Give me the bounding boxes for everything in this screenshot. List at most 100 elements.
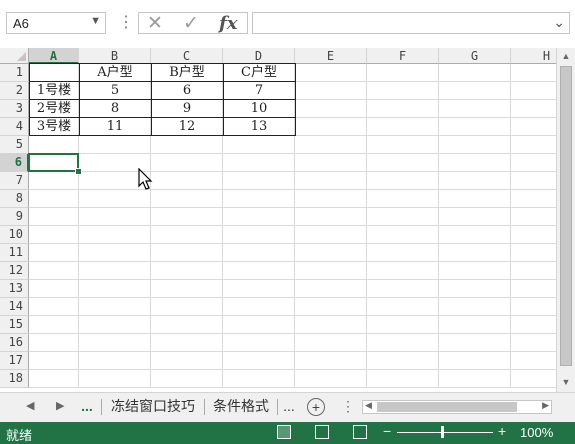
- table-cell-border: [29, 117, 80, 136]
- row-header-17[interactable]: 17: [0, 352, 29, 370]
- column-header-c[interactable]: C: [151, 48, 223, 64]
- tab-overflow-right[interactable]: ...: [280, 393, 298, 421]
- row-header-1[interactable]: 1: [0, 64, 29, 82]
- column-header-h[interactable]: H: [511, 48, 556, 64]
- row-header-18[interactable]: 18: [0, 370, 29, 388]
- gridline: [29, 261, 556, 262]
- gridline: [29, 333, 556, 334]
- row-header-10[interactable]: 10: [0, 226, 29, 244]
- scroll-tabs-right-icon[interactable]: ▶: [56, 399, 64, 412]
- name-box-value: A6: [13, 16, 29, 31]
- gridline: [29, 351, 556, 352]
- status-mode: 就绪: [6, 428, 33, 443]
- zoom-slider-handle[interactable]: [441, 426, 444, 438]
- sheet-tab-bar: ◀ ▶ ... 冻结窗口技巧 条件格式 ... + ⋮ ◀ ▶: [0, 392, 575, 422]
- horizontal-scrollbar[interactable]: ◀ ▶: [362, 400, 552, 414]
- active-cell[interactable]: [28, 153, 79, 172]
- gridline: [29, 387, 556, 388]
- worksheet-grid[interactable]: A B C D E F G H 1 2 3 4 5 6 7 8 9 10 11 12 13 14 15 16 17 18 A户型 B户…: [0, 48, 556, 392]
- table-cell-border: [29, 81, 80, 100]
- row-header-8[interactable]: 8: [0, 190, 29, 208]
- row-header-4[interactable]: 4: [0, 118, 29, 136]
- row-header-7[interactable]: 7: [0, 172, 29, 190]
- formula-buttons: ✕ ✓ fx: [138, 12, 248, 34]
- select-all-corner[interactable]: [0, 48, 29, 64]
- normal-view-icon[interactable]: [277, 425, 291, 439]
- chevron-down-icon[interactable]: ▼: [90, 15, 101, 27]
- table-cell-border: [79, 63, 152, 82]
- vertical-scrollbar[interactable]: ▲ ▼: [556, 48, 575, 392]
- table-cell-border: [151, 63, 224, 82]
- scroll-down-icon[interactable]: ▼: [560, 376, 572, 388]
- mouse-cursor-icon: [138, 168, 153, 190]
- table-cell-border: [79, 81, 152, 100]
- table-cell-border: [151, 117, 224, 136]
- zoom-in-icon[interactable]: +: [498, 423, 506, 439]
- gridline: [438, 64, 439, 388]
- column-header-e[interactable]: E: [295, 48, 367, 64]
- more-icon[interactable]: ⋮: [341, 398, 355, 415]
- gridline: [29, 315, 556, 316]
- scroll-up-icon[interactable]: ▲: [560, 50, 572, 62]
- tab-divider: [277, 399, 278, 415]
- table-cell-border: [29, 99, 80, 118]
- column-header-d[interactable]: D: [223, 48, 295, 64]
- cancel-icon[interactable]: ✕: [147, 13, 163, 35]
- table-cell-border: [151, 81, 224, 100]
- gridline: [29, 225, 556, 226]
- table-cell-border: [151, 99, 224, 118]
- row-header-15[interactable]: 15: [0, 316, 29, 334]
- gridline: [29, 189, 556, 190]
- column-header-f[interactable]: F: [367, 48, 439, 64]
- table-cell-border: [29, 63, 80, 82]
- gridline: [510, 64, 511, 388]
- name-box[interactable]: A6 ▼: [6, 12, 106, 34]
- row-header-14[interactable]: 14: [0, 298, 29, 316]
- row-header-9[interactable]: 9: [0, 208, 29, 226]
- row-header-12[interactable]: 12: [0, 262, 29, 280]
- add-sheet-icon[interactable]: +: [307, 398, 325, 416]
- zoom-out-icon[interactable]: −: [383, 423, 391, 439]
- row-header-3[interactable]: 3: [0, 100, 29, 118]
- tab-conditional-format[interactable]: 条件格式: [208, 393, 274, 421]
- scroll-tabs-left-icon[interactable]: ◀: [26, 399, 34, 412]
- insert-function-icon[interactable]: fx: [219, 13, 237, 35]
- row-header-6[interactable]: 6: [0, 154, 29, 172]
- table-cell-border: [223, 81, 296, 100]
- page-break-preview-icon[interactable]: [353, 425, 367, 439]
- enter-icon[interactable]: ✓: [183, 13, 199, 35]
- column-header-g[interactable]: G: [439, 48, 511, 64]
- scroll-right-icon[interactable]: ▶: [542, 400, 549, 411]
- horizontal-scroll-thumb[interactable]: [377, 402, 517, 412]
- fill-handle[interactable]: [75, 168, 82, 175]
- row-header-16[interactable]: 16: [0, 334, 29, 352]
- tab-overflow-left[interactable]: ...: [78, 393, 96, 421]
- table-cell-border: [79, 99, 152, 118]
- row-header-2[interactable]: 2: [0, 82, 29, 100]
- table-cell-border: [79, 117, 152, 136]
- status-bar: 就绪 − + 100%: [0, 422, 575, 444]
- vertical-scroll-thumb[interactable]: [560, 66, 572, 366]
- table-cell-border: [223, 99, 296, 118]
- column-header-b[interactable]: B: [79, 48, 151, 64]
- zoom-slider[interactable]: [397, 432, 493, 433]
- row-header-13[interactable]: 13: [0, 280, 29, 298]
- scroll-left-icon[interactable]: ◀: [365, 400, 372, 411]
- page-layout-view-icon[interactable]: [315, 425, 329, 439]
- tab-divider: [101, 399, 102, 415]
- tab-freeze-panes[interactable]: 冻结窗口技巧: [106, 393, 200, 421]
- gridline: [29, 171, 556, 172]
- gridline: [29, 243, 556, 244]
- table-cell-border: [223, 117, 296, 136]
- gridline: [29, 369, 556, 370]
- column-header-a[interactable]: A: [29, 48, 79, 64]
- gridline: [29, 297, 556, 298]
- formula-input[interactable]: ⌄: [252, 12, 570, 34]
- row-header-11[interactable]: 11: [0, 244, 29, 262]
- gridline: [366, 64, 367, 388]
- row-header-5[interactable]: 5: [0, 136, 29, 154]
- more-options-icon[interactable]: ⋮: [118, 14, 134, 34]
- expand-formula-bar-icon[interactable]: ⌄: [553, 14, 565, 31]
- zoom-level[interactable]: 100%: [520, 425, 553, 440]
- tab-divider: [204, 399, 205, 415]
